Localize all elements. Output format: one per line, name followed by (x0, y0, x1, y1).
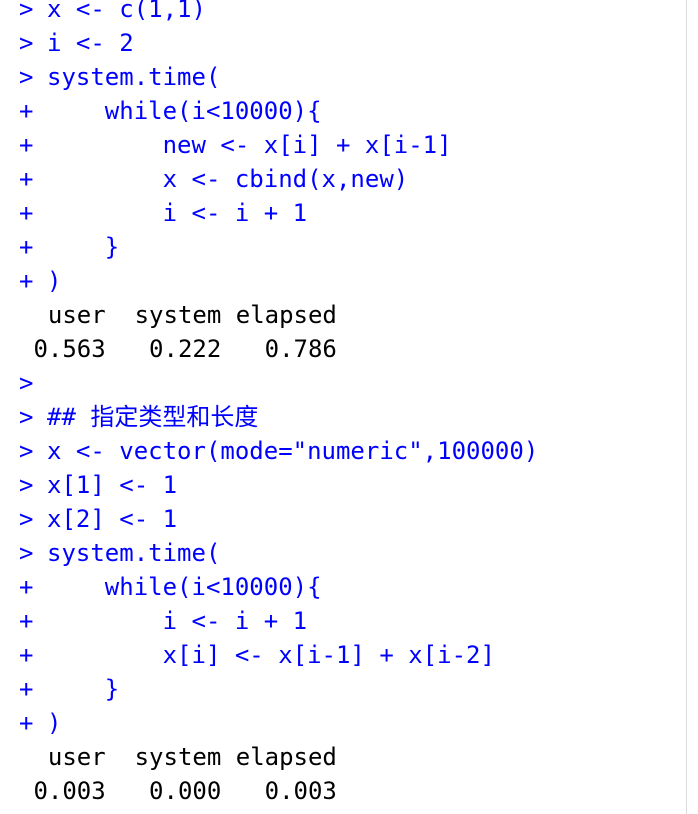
console-prompt: > (19, 0, 34, 23)
code-text: i <- i + 1 (47, 607, 308, 635)
console-code-line: > x <- c(1,1) (19, 0, 538, 26)
code-text: system.time( (47, 63, 221, 91)
console-prompt: > (19, 505, 34, 533)
console-prompt: + (19, 199, 34, 227)
code-text: new <- x[i] + x[i-1] (47, 131, 452, 159)
console-prompt: > (19, 539, 34, 567)
code-text: i <- i + 1 (47, 199, 308, 227)
console-prompt: > (19, 63, 34, 91)
console-code-line: > (19, 366, 538, 400)
console-prompt: + (19, 573, 34, 601)
console-prompt: + (19, 97, 34, 125)
console-prompt: > (19, 29, 34, 57)
code-text: x <- c(1,1) (47, 0, 206, 23)
code-text: while(i<10000){ (47, 573, 322, 601)
output-text: user system elapsed (19, 301, 337, 329)
code-text: while(i<10000){ (47, 97, 322, 125)
console-prompt: > (19, 369, 34, 397)
code-text: } (47, 233, 120, 261)
console-prompt: + (19, 709, 34, 737)
code-text: ## 指定类型和长度 (47, 403, 259, 431)
console-prompt: + (19, 267, 34, 295)
code-text: x[1] <- 1 (47, 471, 178, 499)
console-code-line: > x[2] <- 1 (19, 502, 538, 536)
console-code-line: > x <- vector(mode="numeric",100000) (19, 434, 538, 468)
console-output-line: user system elapsed (19, 740, 538, 774)
console-code-line: + } (19, 672, 538, 706)
console-output-line: user system elapsed (19, 298, 538, 332)
console-code-line: > x[1] <- 1 (19, 468, 538, 502)
console-prompt: + (19, 675, 34, 703)
console-output-line: 0.003 0.000 0.003 (19, 774, 538, 808)
console-prompt: > (19, 403, 34, 431)
code-text: x <- vector(mode="numeric",100000) (47, 437, 539, 465)
code-text: x[2] <- 1 (47, 505, 178, 533)
console-prompt: + (19, 233, 34, 261)
console-prompt: > (19, 471, 34, 499)
console-code-line: + x[i] <- x[i-1] + x[i-2] (19, 638, 538, 672)
console-code-line: > system.time( (19, 60, 538, 94)
r-console[interactable]: > x <- c(1,1) > i <- 2 > system.time( + while(… (0, 0, 687, 814)
code-text: ) (47, 267, 62, 295)
console-code-line: + i <- i + 1 (19, 604, 538, 638)
console-output-line: 0.563 0.222 0.786 (19, 332, 538, 366)
code-text: system.time( (47, 539, 221, 567)
console-code-line: + } (19, 230, 538, 264)
console-code-line: > ## 指定类型和长度 (19, 400, 538, 434)
console-code-line: + while(i<10000){ (19, 570, 538, 604)
console-code-line: + i <- i + 1 (19, 196, 538, 230)
console-prompt: + (19, 607, 34, 635)
console-code-line: +) (19, 264, 538, 298)
output-text: 0.003 0.000 0.003 (19, 777, 337, 805)
console-prompt: + (19, 131, 34, 159)
code-text: ) (47, 709, 62, 737)
code-text: } (47, 675, 120, 703)
code-text: x <- cbind(x,new) (47, 165, 409, 193)
console-code-line: + new <- x[i] + x[i-1] (19, 128, 538, 162)
code-text: x[i] <- x[i-1] + x[i-2] (47, 641, 495, 669)
console-code-line: + x <- cbind(x,new) (19, 162, 538, 196)
output-text: user system elapsed (19, 743, 337, 771)
output-text: 0.563 0.222 0.786 (19, 335, 337, 363)
console-code-line: +) (19, 706, 538, 740)
console-prompt: + (19, 641, 34, 669)
console-code-line: > system.time( (19, 536, 538, 570)
console-code-line: + while(i<10000){ (19, 94, 538, 128)
console-code-line: > i <- 2 (19, 26, 538, 60)
console-lines: > x <- c(1,1) > i <- 2 > system.time( + while(… (19, 0, 538, 808)
code-text: i <- 2 (47, 29, 134, 57)
console-prompt: + (19, 165, 34, 193)
console-prompt: > (19, 437, 34, 465)
